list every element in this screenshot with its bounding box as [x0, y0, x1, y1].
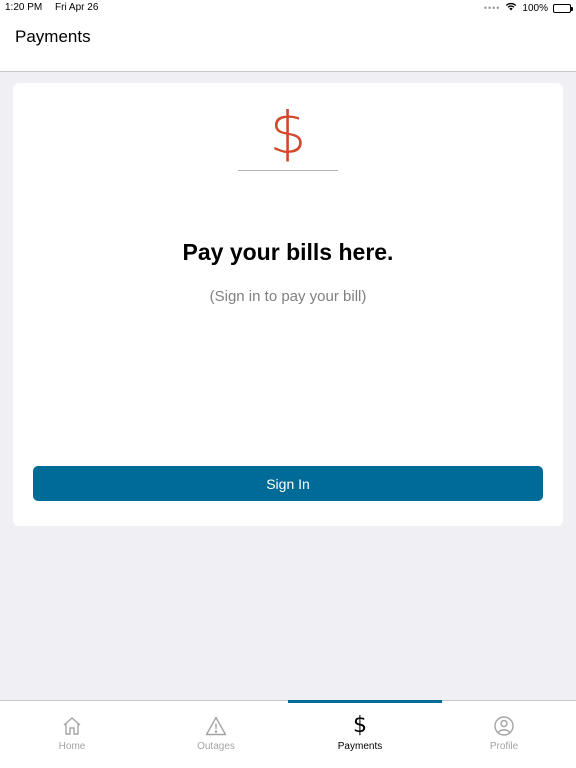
warning-icon	[205, 715, 227, 737]
status-right: •••• 100%	[483, 2, 573, 14]
profile-icon	[493, 715, 515, 737]
payment-card: $ Pay your bills here. (Sign in to pay y…	[13, 83, 563, 526]
tab-bar: Home Outages $ Payments Profile	[0, 700, 576, 768]
tab-outages[interactable]: Outages	[144, 701, 288, 768]
battery-icon	[553, 3, 573, 13]
tab-profile[interactable]: Profile	[432, 701, 576, 768]
dollar-icon: $	[238, 101, 338, 171]
tab-payments[interactable]: $ Payments	[288, 700, 442, 768]
status-time: 1:20 PM	[5, 2, 43, 13]
home-icon	[61, 715, 83, 737]
dollar-icon: $	[353, 713, 367, 738]
tab-home[interactable]: Home	[0, 701, 144, 768]
signal-dots-icon: ••••	[483, 3, 501, 13]
nav-header: Payments	[0, 16, 576, 72]
status-bar: 1:20 PM Fri Apr 26 •••• 100%	[0, 0, 576, 16]
status-left: 1:20 PM Fri Apr 26	[5, 2, 108, 13]
tab-home-label: Home	[58, 741, 86, 752]
card-subtext: (Sign in to pay your bill)	[209, 288, 367, 305]
payments-screen: 1:20 PM Fri Apr 26 •••• 100% Payments $ …	[0, 0, 576, 768]
status-date: Fri Apr 26	[55, 2, 99, 13]
wifi-icon	[505, 2, 517, 14]
tab-profile-label: Profile	[489, 741, 519, 752]
page-title: Payments	[15, 27, 91, 46]
sign-in-button[interactable]: Sign In	[33, 466, 543, 501]
battery-percent: 100%	[522, 2, 548, 14]
tab-payments-label: Payments	[337, 741, 383, 752]
dollar-glyph: $	[269, 99, 307, 167]
card-heading: Pay your bills here.	[182, 239, 394, 265]
icon-underline	[238, 170, 338, 171]
tab-outages-label: Outages	[197, 741, 235, 752]
